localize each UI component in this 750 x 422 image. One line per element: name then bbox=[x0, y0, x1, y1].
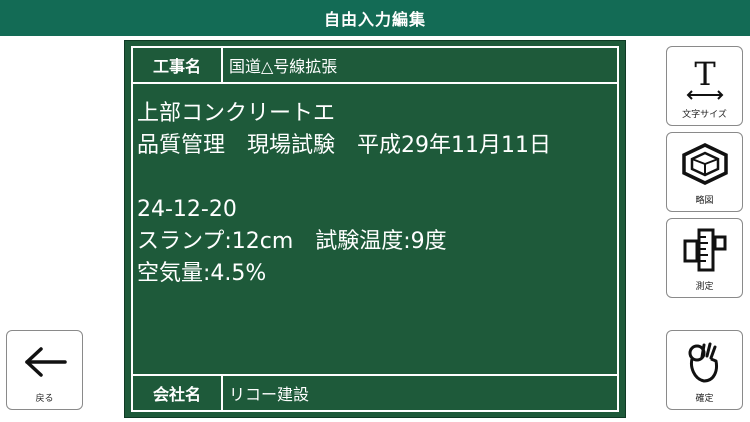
top-bar: 自由入力編集 bbox=[0, 0, 750, 36]
construction-name-label: 工事名 bbox=[133, 48, 223, 82]
company-name-row[interactable]: 会社名 リコー建設 bbox=[133, 374, 617, 410]
company-name-value[interactable]: リコー建設 bbox=[223, 376, 617, 410]
construction-name-row[interactable]: 工事名 国道△号線拡張 bbox=[133, 48, 617, 84]
blackboard-text-area[interactable]: 上部コンクリートエ 品質管理 現場試験 平成29年11月11日 24-12-20… bbox=[137, 98, 613, 368]
ruler-icon bbox=[681, 227, 729, 277]
board-line-2: 品質管理 現場試験 平成29年11月11日 bbox=[137, 133, 551, 158]
page-title: 自由入力編集 bbox=[323, 10, 426, 29]
board-line-4: 24-12-20 bbox=[137, 197, 237, 222]
svg-text:T: T bbox=[694, 55, 716, 93]
text-size-label: 文字サイズ bbox=[682, 110, 727, 120]
text-size-button[interactable]: T 文字サイズ bbox=[666, 46, 743, 126]
arrow-left-icon bbox=[21, 345, 69, 383]
ok-hand-icon bbox=[682, 339, 728, 389]
measure-label: 測定 bbox=[695, 282, 714, 292]
board-line-5: スランプ:12cm 試験温度:9度 bbox=[137, 229, 447, 254]
back-button[interactable]: 戻る bbox=[6, 330, 83, 410]
sketch-box-icon bbox=[680, 141, 730, 191]
board-line-1: 上部コンクリートエ bbox=[137, 101, 336, 126]
board-line-6: 空気量:4.5% bbox=[137, 261, 267, 286]
back-label: 戻る bbox=[35, 394, 54, 404]
confirm-button[interactable]: 確定 bbox=[666, 330, 743, 410]
sketch-label: 略図 bbox=[695, 196, 714, 206]
sketch-button[interactable]: 略図 bbox=[666, 132, 743, 212]
text-size-icon: T bbox=[682, 55, 728, 105]
construction-name-value[interactable]: 国道△号線拡張 bbox=[223, 48, 617, 82]
blackboard-frame: 工事名 国道△号線拡張 上部コンクリートエ 品質管理 現場試験 平成29年11月… bbox=[131, 46, 619, 412]
confirm-label: 確定 bbox=[695, 394, 714, 404]
measure-button[interactable]: 測定 bbox=[666, 218, 743, 298]
company-name-label: 会社名 bbox=[133, 376, 223, 410]
board-line-3 bbox=[137, 162, 613, 194]
blackboard[interactable]: 工事名 国道△号線拡張 上部コンクリートエ 品質管理 現場試験 平成29年11月… bbox=[124, 40, 626, 418]
